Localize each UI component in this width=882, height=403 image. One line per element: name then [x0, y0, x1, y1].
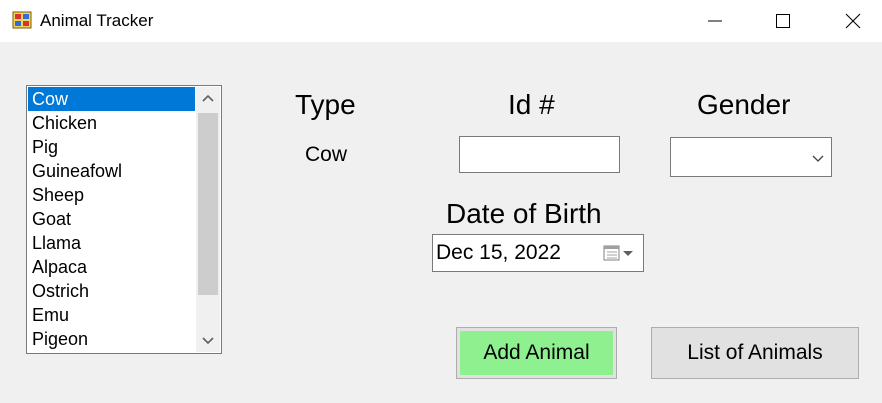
chevron-down-icon — [202, 337, 214, 345]
list-item[interactable]: Pig — [28, 135, 195, 159]
id-label: Id # — [508, 89, 555, 120]
type-label: Type — [295, 89, 356, 120]
list-item[interactable]: Sheep — [28, 183, 195, 207]
window-title: Animal Tracker — [40, 11, 154, 30]
list-item[interactable]: Guineafowl — [28, 159, 195, 183]
add-animal-button[interactable]: Add Animal — [456, 327, 617, 379]
minimize-button[interactable] — [692, 0, 738, 42]
list-animals-label: List of Animals — [687, 341, 823, 364]
scroll-down-button[interactable] — [196, 330, 220, 352]
maximize-icon — [776, 14, 790, 28]
list-item[interactable]: Alpaca — [28, 255, 195, 279]
calendar-dropdown-icon[interactable] — [603, 243, 637, 263]
list-item[interactable]: Chicken — [28, 111, 195, 135]
title-bar: Animal Tracker — [0, 0, 882, 42]
list-animals-button[interactable]: List of Animals — [651, 327, 859, 379]
list-item[interactable]: Pigeon — [28, 327, 195, 351]
app-icon — [12, 11, 32, 29]
add-animal-label: Add Animal — [483, 341, 590, 364]
scroll-up-button[interactable] — [196, 87, 220, 109]
list-item[interactable]: Emu — [28, 303, 195, 327]
chevron-up-icon — [202, 94, 214, 102]
gender-select[interactable] — [670, 137, 832, 177]
type-value: Cow — [305, 143, 348, 166]
close-button[interactable] — [830, 0, 876, 42]
listbox-scrollbar[interactable] — [196, 87, 220, 352]
dob-datepicker[interactable]: Dec 15, 2022 — [432, 234, 644, 272]
minimize-icon — [708, 20, 722, 22]
list-item[interactable]: Cow — [28, 87, 195, 111]
list-item[interactable]: Llama — [28, 231, 195, 255]
chevron-down-icon — [812, 155, 824, 162]
scroll-thumb[interactable] — [198, 113, 218, 295]
id-input[interactable] — [459, 136, 620, 173]
dob-label: Date of Birth — [446, 198, 602, 229]
gender-label: Gender — [697, 89, 791, 120]
maximize-button[interactable] — [760, 0, 806, 42]
animal-list-items: Cow Chicken Pig Guineafowl Sheep Goat Ll… — [28, 87, 195, 351]
animal-listbox[interactable]: Cow Chicken Pig Guineafowl Sheep Goat Ll… — [26, 85, 222, 354]
add-animal-button-face: Add Animal — [460, 331, 613, 375]
list-item[interactable]: Goat — [28, 207, 195, 231]
dob-value: Dec 15, 2022 — [436, 241, 561, 264]
close-icon — [845, 13, 861, 29]
list-item[interactable]: Ostrich — [28, 279, 195, 303]
